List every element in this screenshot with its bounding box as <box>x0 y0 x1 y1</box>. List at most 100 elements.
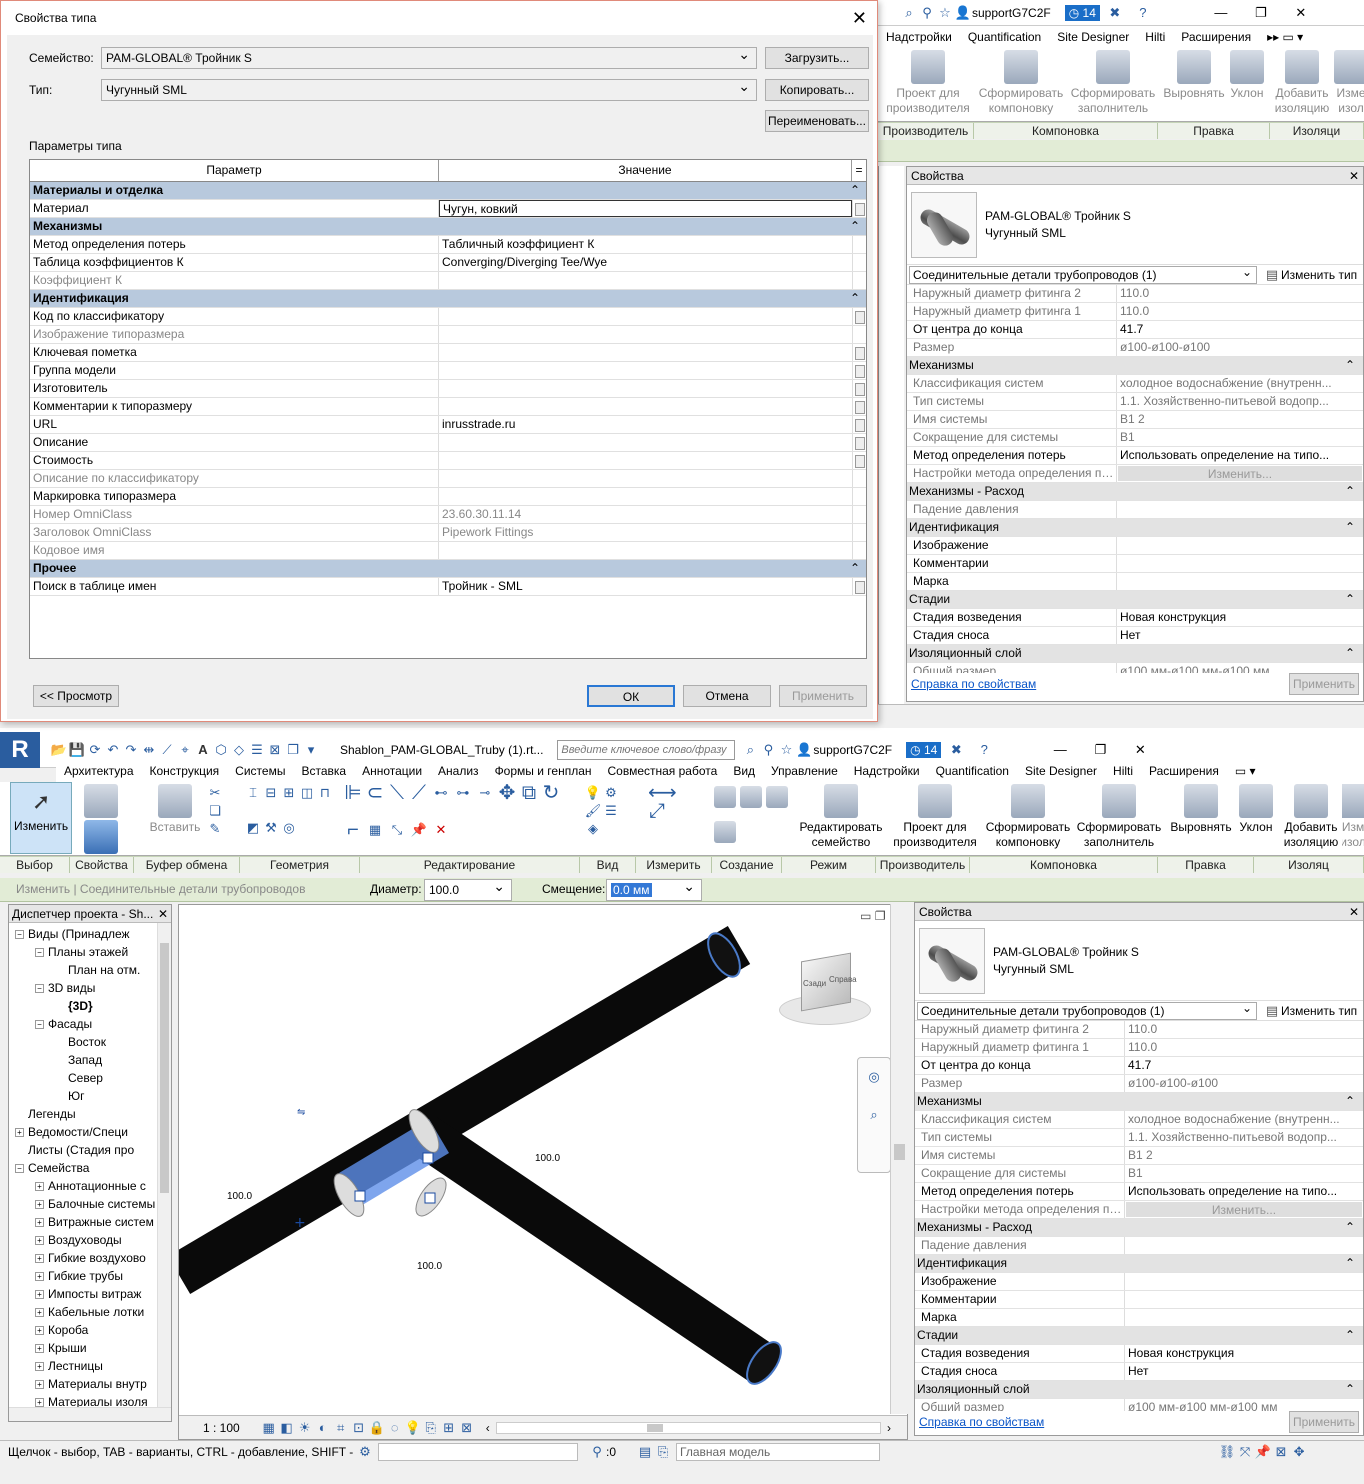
type-selector[interactable]: PAM-GLOBAL® Тройник S Чугунный SML <box>907 185 1363 265</box>
aligned-dimension-icon[interactable]: ⤢ <box>648 801 666 821</box>
property-row[interactable]: Общий размер ø100 мм-ø100 мм-ø100 мм <box>907 663 1363 673</box>
design-options-icon[interactable]: ⎘ <box>654 1443 672 1461</box>
hscroll-right-icon[interactable]: › <box>887 1421 891 1435</box>
undo-icon[interactable]: ↶ <box>104 741 122 759</box>
close-icon[interactable]: ✕ <box>1349 167 1359 185</box>
property-value[interactable]: ø100-ø100-ø100 <box>1117 339 1363 356</box>
property-row[interactable]: Стадия возведения Новая конструкция <box>907 609 1363 627</box>
property-value[interactable]: ø100 мм-ø100 мм-ø100 мм <box>1125 1399 1363 1411</box>
property-value[interactable]: 110.0 <box>1125 1021 1363 1038</box>
parameter-row[interactable]: Описание по классификатору <box>30 470 866 488</box>
linework-icon[interactable]: 🖌 <box>584 802 602 820</box>
connect-icon[interactable]: ⚲ <box>759 741 777 759</box>
browser-node[interactable]: + Аннотационные с <box>9 1177 171 1195</box>
collapse-icon[interactable]: ⌃ <box>850 560 860 577</box>
detail-level-icon[interactable]: ▦ <box>260 1419 278 1437</box>
ribbon-form-fill-button[interactable]: Сформировать заполнитель <box>1068 48 1158 118</box>
property-value[interactable]: Новая конструкция <box>1125 1345 1363 1362</box>
ribbon-panel-title[interactable]: Компоновка <box>970 857 1158 873</box>
dimension-icon[interactable]: ⟋ <box>158 741 176 759</box>
zoom-icon[interactable]: ⌕ <box>865 1106 883 1124</box>
expand-icon[interactable]: + <box>35 1290 44 1300</box>
unpin-icon[interactable]: ⊸ <box>476 784 494 802</box>
property-value[interactable] <box>1125 1309 1363 1326</box>
property-row[interactable]: Общий размер ø100 мм-ø100 мм-ø100 мм <box>915 1399 1363 1411</box>
ribbon-panel-title[interactable]: Вид <box>580 857 636 873</box>
parameter-value[interactable]: Тройник - SML <box>439 578 852 595</box>
collapse-icon[interactable]: ⌃ <box>1345 1093 1355 1110</box>
ribbon-panel-title[interactable]: Редактирование <box>360 857 580 873</box>
property-row[interactable]: Изображение <box>907 537 1363 555</box>
property-row[interactable]: Наружный диаметр фитинга 2 110.0 <box>915 1021 1363 1039</box>
hide-icon[interactable]: ◈ <box>584 820 602 838</box>
search-box[interactable]: Введите ключевое слово/фразу <box>557 739 736 760</box>
ribbon-toggle-icon[interactable]: ▭ ▾ <box>1227 764 1264 778</box>
offset-select[interactable]: 0.0 мм <box>606 876 702 901</box>
ribbon-expand-icon[interactable]: ▸▸ ▭ ▾ <box>1259 30 1311 44</box>
edit-settings-button[interactable]: Изменить... <box>1126 1202 1362 1217</box>
property-value[interactable]: 110.0 <box>1117 285 1363 302</box>
star-icon[interactable]: ☆ <box>936 4 954 22</box>
close-icon[interactable]: ✕ <box>1349 903 1359 921</box>
text-icon[interactable]: A <box>194 741 212 759</box>
property-section[interactable]: Изоляционный слой ⌃ <box>915 1381 1363 1399</box>
property-section[interactable]: Стадии ⌃ <box>907 591 1363 609</box>
menu-addins[interactable]: Надстройки <box>878 30 960 44</box>
property-value[interactable]: ø100-ø100-ø100 <box>1125 1075 1363 1092</box>
modify-button[interactable]: ➚ Изменить <box>10 782 72 854</box>
property-row[interactable]: Имя системы В1 2 <box>915 1147 1363 1165</box>
parameter-value[interactable]: Табличный коэффициент К <box>439 236 852 253</box>
ribbon-panel-title[interactable]: Изоляц <box>1254 857 1364 873</box>
steering-wheel-icon[interactable]: ◎ <box>865 1068 883 1086</box>
menu-tab[interactable]: Архитектура <box>56 764 142 778</box>
associate-parameter-button[interactable] <box>852 452 866 469</box>
demolish-icon[interactable]: ⚒ <box>262 819 280 837</box>
crop-region-icon[interactable]: ⊡ <box>350 1419 368 1437</box>
ribbon-panel-title[interactable]: Буфер обмена <box>134 857 240 873</box>
menu-tab[interactable]: Формы и генплан <box>487 764 600 778</box>
property-row[interactable]: Сокращение для системы В1 <box>907 429 1363 447</box>
ribbon-panel-title[interactable]: Правка <box>1158 857 1254 873</box>
trim-icon[interactable]: ⌐ <box>344 820 362 840</box>
property-section[interactable]: Стадии ⌃ <box>915 1327 1363 1345</box>
property-value[interactable] <box>1117 555 1363 572</box>
delete-icon[interactable]: ✕ <box>432 821 450 839</box>
browser-node[interactable]: Восток <box>9 1033 171 1051</box>
help-icon[interactable]: ? <box>1134 4 1152 22</box>
slope-button[interactable]: Уклон <box>1236 782 1276 837</box>
property-row[interactable]: Изображение <box>915 1273 1363 1291</box>
property-value[interactable]: 1.1. Хозяйственно-питьевой водопр... <box>1117 393 1363 410</box>
property-row[interactable]: Классификация систем холодное водоснабжен… <box>915 1111 1363 1129</box>
edit-type-button[interactable]: ▤ Изменить тип <box>1257 1002 1361 1020</box>
collapse-icon[interactable]: ⌃ <box>1345 1255 1355 1272</box>
collapse-icon[interactable]: − <box>35 1020 44 1030</box>
property-section[interactable]: Механизмы - Расход ⌃ <box>915 1219 1363 1237</box>
parameter-value[interactable]: Pipework Fittings <box>439 524 852 541</box>
tag-icon[interactable]: ⌖ <box>176 741 194 759</box>
3d-view-canvas[interactable]: ▭ ❐ ✕ ⇋ + 100.0 100.0 100.0 Сзади Справа… <box>178 904 908 1440</box>
ribbon-fab-project-button[interactable]: Проект для производителя <box>882 48 974 118</box>
menu-quantification[interactable]: Quantification <box>960 30 1049 44</box>
expand-icon[interactable]: + <box>35 1254 44 1264</box>
property-row[interactable]: Тип системы 1.1. Хозяйственно-питьевой во… <box>907 393 1363 411</box>
ribbon-edit-insulation-button[interactable]: Изме изол <box>1334 48 1364 118</box>
top-view-area[interactable] <box>878 166 904 704</box>
collapse-icon[interactable]: ⌃ <box>1345 519 1355 536</box>
browser-node[interactable]: + Гибкие трубы <box>9 1267 171 1285</box>
property-row[interactable]: Настройки метода определения по... Измени… <box>915 1201 1363 1219</box>
parameter-row[interactable]: Код по классификатору <box>30 308 866 326</box>
parameter-value[interactable] <box>439 380 852 397</box>
browser-node[interactable]: + Импосты витраж <box>9 1285 171 1303</box>
expand-icon[interactable]: + <box>35 1200 44 1210</box>
cut-geom-icon[interactable]: ⊟ <box>262 784 280 802</box>
gap-icon[interactable]: ⊶ <box>454 784 472 802</box>
parameter-row[interactable]: Кодовое имя <box>30 542 866 560</box>
expand-icon[interactable]: + <box>15 1128 24 1138</box>
align-icon[interactable]: ⊫ <box>344 783 362 803</box>
collapse-icon[interactable]: ⌃ <box>850 290 860 307</box>
property-row[interactable]: Сокращение для системы В1 <box>915 1165 1363 1183</box>
property-value[interactable]: Новая конструкция <box>1117 609 1363 626</box>
ribbon-form-layout-button[interactable]: Сформировать компоновку <box>976 48 1066 118</box>
parameter-row[interactable]: Ключевая пометка <box>30 344 866 362</box>
branch-pipe[interactable] <box>411 1116 777 1384</box>
